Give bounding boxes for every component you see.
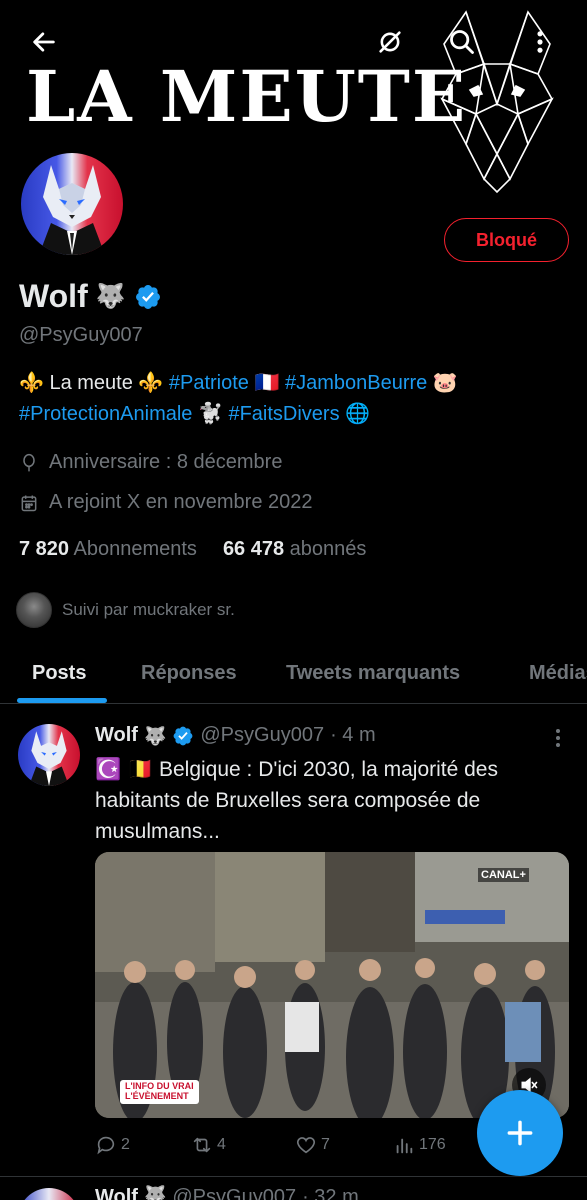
like-button[interactable]: 7 bbox=[295, 1134, 330, 1156]
like-count: 7 bbox=[321, 1136, 330, 1153]
following-count: 7 820 bbox=[19, 538, 70, 560]
banner-title: LA MEUTE bbox=[26, 55, 468, 138]
bio-text: 🐩 bbox=[192, 403, 229, 425]
following-link[interactable]: 7 820 Abonnements bbox=[19, 538, 197, 561]
tweet-divider bbox=[0, 1176, 587, 1177]
tweet-time: · 4 m bbox=[330, 724, 376, 746]
next-tweet-author-handle[interactable]: @PsyGuy007 bbox=[172, 1186, 296, 1200]
tab-highlights[interactable]: Tweets marquants bbox=[286, 662, 460, 685]
followers-label: abonnés bbox=[289, 538, 367, 560]
reply-icon bbox=[97, 1136, 115, 1155]
bio-text: 🌐 bbox=[339, 403, 371, 425]
more-vertical-icon bbox=[537, 31, 543, 53]
birthday-text: Anniversaire : 8 décembre bbox=[49, 451, 283, 473]
tweet-more-icon[interactable] bbox=[548, 726, 568, 750]
balloon-icon bbox=[23, 453, 35, 471]
reply-count: 2 bbox=[121, 1136, 130, 1153]
grok-icon bbox=[379, 31, 401, 53]
bio-text: 🇫🇷 bbox=[248, 372, 285, 394]
avatar bbox=[21, 153, 123, 255]
hashtag-patriote[interactable]: #Patriote bbox=[169, 372, 249, 394]
followers-link[interactable]: 66 478 abonnés bbox=[223, 538, 366, 561]
tab-replies[interactable]: Réponses bbox=[141, 662, 237, 685]
search-button[interactable] bbox=[442, 22, 482, 62]
next-tweet-avatar[interactable] bbox=[18, 1188, 80, 1200]
verified-badge-icon bbox=[173, 726, 193, 745]
wolf-avatar-icon bbox=[28, 731, 70, 786]
wolf-emoji: 🐺 bbox=[143, 725, 167, 746]
profile-tabs: Posts Réponses Tweets marquants Médias bbox=[0, 650, 587, 704]
more-options-button[interactable] bbox=[520, 22, 560, 62]
tweet-media-video[interactable] bbox=[95, 852, 569, 1118]
follower-avatar bbox=[16, 592, 52, 628]
search-icon bbox=[450, 30, 474, 54]
followed-by-text: Suivi par muckraker sr. bbox=[62, 600, 235, 619]
profile-name-row: Wolf 🐺 bbox=[19, 278, 162, 315]
display-name: Wolf bbox=[19, 278, 88, 314]
tab-posts[interactable]: Posts bbox=[32, 662, 86, 685]
hashtag-jambonbeurre[interactable]: #JambonBeurre bbox=[285, 372, 427, 394]
profile-avatar[interactable] bbox=[18, 150, 126, 258]
following-label: Abonnements bbox=[73, 538, 197, 560]
reply-button[interactable]: 2 bbox=[95, 1134, 130, 1156]
street-scene-image bbox=[95, 852, 569, 1118]
verified-badge-icon[interactable] bbox=[134, 283, 162, 311]
grok-button[interactable] bbox=[370, 22, 410, 62]
hashtag-faitsdivers[interactable]: #FaitsDivers bbox=[228, 403, 339, 425]
followed-by-row[interactable]: Suivi par muckraker sr. bbox=[16, 592, 235, 628]
wolf-emoji: 🐺 bbox=[95, 282, 126, 310]
profile-handle: @PsyGuy007 bbox=[19, 324, 143, 346]
heart-icon bbox=[296, 1137, 316, 1154]
bar-chart-icon bbox=[396, 1138, 413, 1154]
next-tweet-author-name[interactable]: Wolf bbox=[95, 1186, 138, 1200]
next-tweet-time: · 32 m bbox=[302, 1186, 359, 1200]
calendar-icon bbox=[21, 495, 37, 511]
joined-row: A rejoint X en novembre 2022 bbox=[19, 491, 313, 514]
wolf-emoji: 🐺 bbox=[143, 1185, 167, 1200]
tweet-avatar[interactable] bbox=[18, 724, 80, 786]
follow-stats: 7 820 Abonnements 66 478 abonnés bbox=[19, 538, 366, 561]
news-label-line2: L'ÉVÈNEMENT bbox=[125, 1090, 189, 1101]
retweet-button[interactable]: 4 bbox=[191, 1134, 226, 1156]
back-button[interactable] bbox=[24, 22, 64, 62]
plus-icon bbox=[507, 1120, 533, 1146]
bio-text: 🐷 bbox=[427, 372, 458, 394]
tweet-header: Wolf 🐺 @PsyGuy007 · 4 m bbox=[95, 724, 376, 747]
wolf-avatar-icon bbox=[39, 165, 105, 255]
followers-count: 66 478 bbox=[222, 538, 285, 560]
joined-text: A rejoint X en novembre 2022 bbox=[49, 491, 313, 513]
news-channel-label: L'INFO DU VRAI L'ÉVÈNEMENT bbox=[120, 1080, 199, 1104]
views-button[interactable]: 176 bbox=[393, 1134, 446, 1156]
profile-bio: ⚜️ La meute ⚜️ #Patriote 🇫🇷 #JambonBeurr… bbox=[19, 368, 579, 430]
tab-media[interactable]: Médias bbox=[529, 662, 587, 685]
active-tab-indicator bbox=[17, 698, 107, 703]
blocked-button[interactable]: Bloqué bbox=[444, 218, 569, 262]
retweet-icon bbox=[193, 1137, 211, 1153]
tweet-author-handle[interactable]: @PsyGuy007 bbox=[200, 724, 324, 747]
birthday-row: Anniversaire : 8 décembre bbox=[19, 451, 282, 474]
arrow-left-icon bbox=[33, 32, 55, 52]
channel-logo: CANAL+ bbox=[478, 868, 529, 882]
views-count: 176 bbox=[419, 1136, 446, 1153]
tweet-text: ☪️ 🇧🇪 Belgique : D'ici 2030, la majorité… bbox=[95, 758, 498, 843]
next-tweet-header: Wolf 🐺 @PsyGuy007 · 32 m bbox=[95, 1186, 359, 1200]
retweet-count: 4 bbox=[217, 1136, 226, 1153]
compose-post-button[interactable] bbox=[477, 1090, 563, 1176]
bio-text: ⚜️ La meute ⚜️ bbox=[19, 372, 169, 394]
hashtag-protectionanimale[interactable]: #ProtectionAnimale bbox=[19, 403, 192, 425]
tweet-author-name[interactable]: Wolf bbox=[95, 724, 138, 747]
